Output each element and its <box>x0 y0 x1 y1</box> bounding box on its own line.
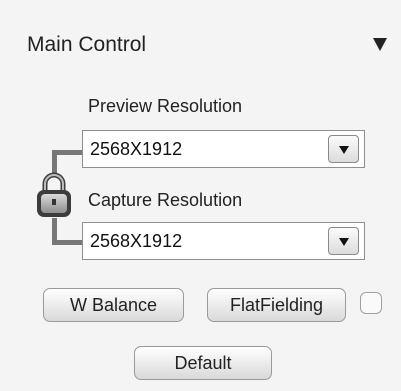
padlock-icon[interactable] <box>35 171 73 219</box>
capture-resolution-select[interactable]: 2568X1912 <box>82 222 365 260</box>
preview-resolution-value: 2568X1912 <box>90 139 183 159</box>
preview-resolution-dropdown-button[interactable] <box>328 135 359 163</box>
flat-fielding-button[interactable]: FlatFielding <box>207 288 346 322</box>
white-balance-button[interactable]: W Balance <box>43 288 184 322</box>
main-control-panel: Main Control Preview Resolution 2568X191… <box>0 0 401 391</box>
capture-resolution-label: Capture Resolution <box>88 190 243 210</box>
preview-resolution-select[interactable]: 2568X1912 <box>82 130 365 168</box>
flat-fielding-checkbox[interactable] <box>360 292 382 314</box>
capture-resolution-dropdown-button[interactable] <box>328 227 359 255</box>
triangle-down-icon[interactable] <box>373 38 387 51</box>
preview-resolution-label: Preview Resolution <box>88 96 243 116</box>
chevron-down-icon <box>339 146 349 154</box>
default-button[interactable]: Default <box>134 346 272 380</box>
capture-resolution-value: 2568X1912 <box>90 231 183 251</box>
panel-title: Main Control <box>27 33 147 56</box>
chevron-down-icon <box>339 238 349 246</box>
